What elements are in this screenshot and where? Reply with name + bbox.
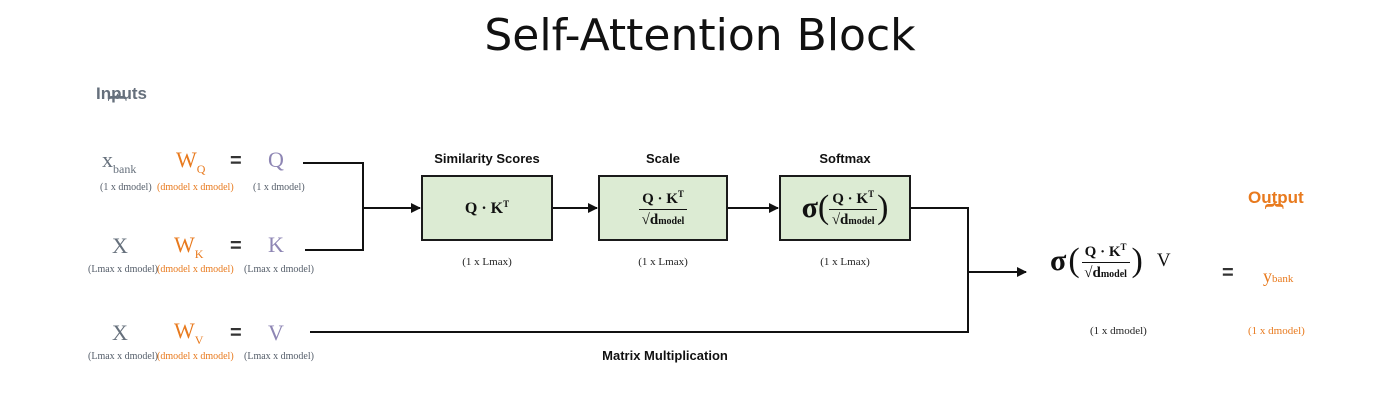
equals-sign: = [230, 322, 242, 344]
softmax-box: σ ( Q · KT √dmodel ) [779, 175, 911, 241]
sqrt-symbol: √ [641, 212, 650, 228]
v-var: V [268, 320, 284, 345]
transpose-mark: T [677, 189, 684, 199]
fraction-denominator: √dmodel [642, 210, 685, 231]
result-shape: (1 x dmodel) [1090, 325, 1147, 337]
v-symbol: V [1156, 250, 1171, 271]
fraction-numerator: Q · KT [1081, 238, 1130, 263]
q-var: Q [268, 147, 284, 172]
transpose-mark: T [1120, 242, 1127, 252]
output-brace-icon: { [1263, 201, 1288, 210]
w-symbol: W [174, 232, 195, 257]
v-line [310, 272, 969, 333]
q-dim: (1 x dmodel) [253, 182, 305, 193]
x-subscript: bank [113, 162, 137, 176]
fraction-denominator: √dmodel [832, 210, 875, 231]
similarity-scores-title: Similarity Scores [434, 151, 540, 166]
fraction-numerator: Q · KT [829, 185, 878, 210]
k-dim: (Lmax x dmodel) [244, 264, 314, 275]
qk-text: Q · K [464, 199, 504, 217]
softmax-line [911, 207, 969, 272]
wv-dim: (dmodel x dmodel) [157, 351, 234, 362]
sigma-symbol: σ [1050, 244, 1067, 277]
qk-text: Q · K [832, 191, 869, 207]
model-subscript: model [658, 216, 685, 227]
fraction-denominator: √dmodel [1084, 263, 1127, 284]
q-line [303, 162, 364, 251]
w-symbol: W [176, 147, 197, 172]
model-subscript: model [848, 216, 875, 227]
x-dim: (Lmax x dmodel) [88, 351, 158, 362]
equals-sign: = [1222, 262, 1234, 284]
softmax-title: Softmax [819, 151, 871, 166]
transpose-mark: T [503, 198, 510, 209]
wv-var: WV [174, 318, 203, 348]
fraction-numerator: Q · KT [639, 185, 687, 210]
result-fraction: Q · KT √dmodel [1081, 238, 1130, 284]
w-subscript: V [194, 333, 204, 347]
model-subscript: model [1100, 269, 1127, 280]
scale-box: Q · KT √dmodel [598, 175, 728, 241]
sigma-symbol: σ [801, 191, 818, 224]
wk-var: WK [174, 232, 203, 262]
x-bank-var: xbank [102, 147, 136, 177]
scaled-fraction: Q · KT √dmodel [639, 185, 687, 231]
similarity-scores-box: Q · KT [421, 175, 553, 241]
x-symbol: x [102, 147, 113, 172]
attention-result-formula: σ ( Q · KT √dmodel ) V [1050, 238, 1171, 284]
scale-title: Scale [646, 151, 680, 166]
output-dim: (1 x dmodel) [1248, 325, 1305, 337]
y-subscript: bank [1272, 273, 1294, 285]
softmax-fraction: Q · KT √dmodel [829, 185, 878, 231]
wq-var: WQ [176, 147, 205, 177]
w-subscript: Q [196, 162, 206, 176]
x-var: X [112, 320, 128, 345]
right-paren: ) [1131, 242, 1143, 279]
scale-shape: (1 x Lmax) [638, 256, 688, 268]
similarity-scores-shape: (1 x Lmax) [462, 256, 512, 268]
x-var: X [112, 233, 128, 258]
softmax-shape: (1 x Lmax) [820, 256, 870, 268]
sqrt-symbol: √ [831, 212, 841, 228]
y-bank-var: ybank [1263, 266, 1293, 287]
inputs-brace-icon: { [106, 93, 131, 102]
left-paren: ( [1068, 242, 1080, 279]
left-paren: ( [817, 189, 830, 226]
w-subscript: K [194, 247, 204, 261]
qk-text: Q · K [642, 191, 678, 207]
qk-text: Q · K [1084, 244, 1121, 260]
transpose-mark: T [868, 189, 875, 199]
matrix-multiplication-label: Matrix Multiplication [602, 348, 728, 363]
x-bank-dim: (1 x dmodel) [100, 182, 152, 193]
equals-sign: = [230, 235, 242, 257]
k-var: K [268, 232, 284, 257]
wq-dim: (dmodel x dmodel) [157, 182, 234, 193]
y-symbol: y [1263, 266, 1272, 286]
wk-dim: (dmodel x dmodel) [157, 264, 234, 275]
v-dim: (Lmax x dmodel) [244, 351, 314, 362]
d-symbol: d [649, 212, 659, 228]
right-paren: ) [877, 189, 889, 226]
qk-product: Q · KT [465, 199, 509, 218]
x-dim: (Lmax x dmodel) [88, 264, 158, 275]
equals-sign: = [230, 150, 242, 172]
d-symbol: d [1092, 265, 1101, 281]
w-symbol: W [174, 318, 195, 343]
